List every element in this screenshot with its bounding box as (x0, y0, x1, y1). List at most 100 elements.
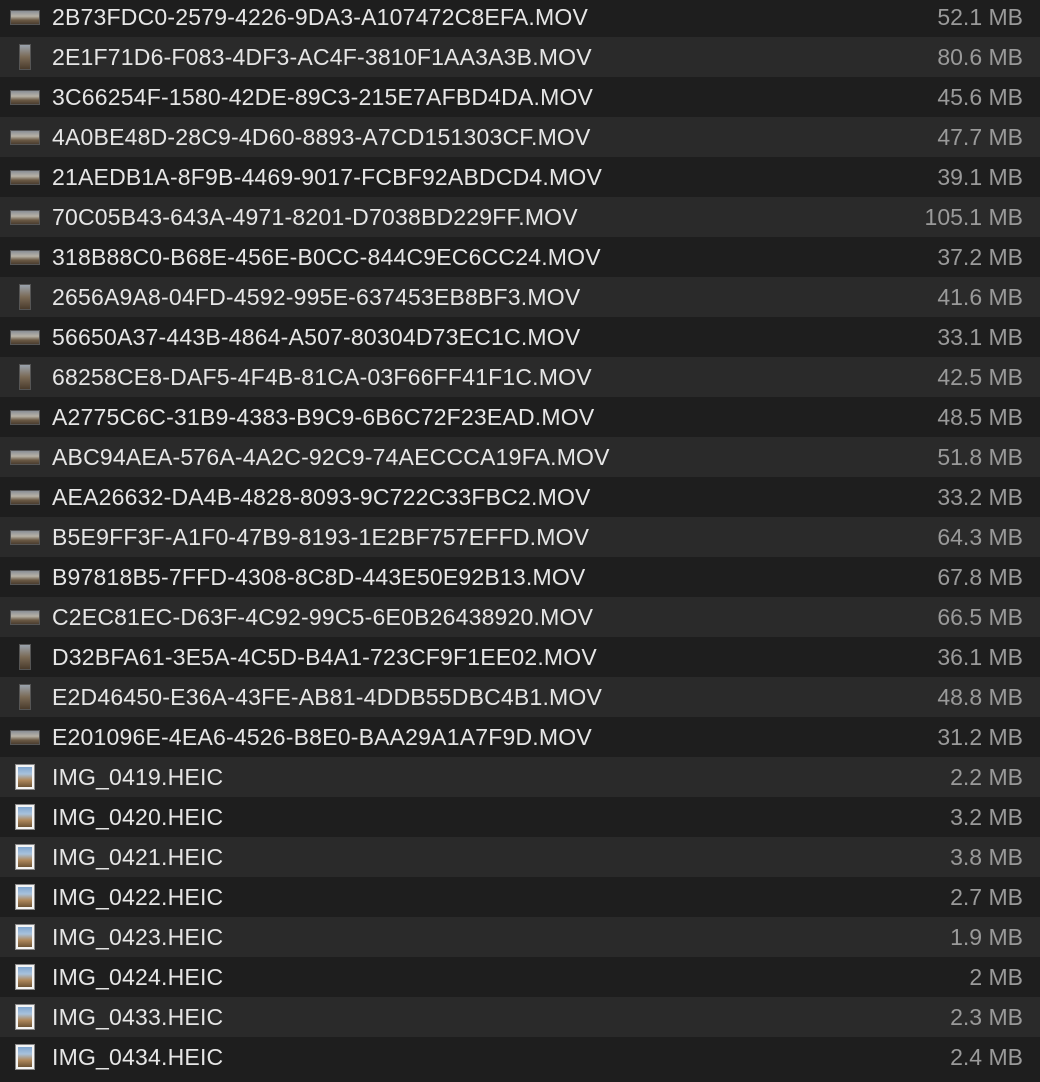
file-row[interactable]: B5E9FF3F-A1F0-47B9-8193-1E2BF757EFFD.MOV… (0, 517, 1040, 557)
file-size: 52.1 MB (937, 4, 1023, 30)
thumbnail-photo (18, 847, 32, 867)
file-name: 56650A37-443B-4864-A507-80304D73EC1C.MOV (52, 324, 581, 350)
file-size: 48.5 MB (937, 404, 1023, 430)
file-row[interactable]: IMG_0421.HEIC 3.8 MB (0, 837, 1040, 877)
file-size: 33.2 MB (937, 484, 1023, 510)
file-name: IMG_0423.HEIC (52, 924, 224, 950)
file-row[interactable]: E2D46450-E36A-43FE-AB81-4DDB55DBC4B1.MOV… (0, 677, 1040, 717)
file-row[interactable]: 3C66254F-1580-42DE-89C3-215E7AFBD4DA.MOV… (0, 77, 1040, 117)
thumbnail-image (10, 209, 40, 225)
file-size: 3.2 MB (950, 804, 1023, 830)
file-row[interactable]: IMG_0422.HEIC 2.7 MB (0, 877, 1040, 917)
image-thumbnail-icon (8, 883, 42, 911)
file-row[interactable]: IMG_0433.HEIC 2.3 MB (0, 997, 1040, 1037)
video-thumbnail-icon (8, 643, 42, 671)
video-thumbnail-icon (8, 443, 42, 471)
file-name: 4A0BE48D-28C9-4D60-8893-A7CD151303CF.MOV (52, 124, 591, 150)
video-thumbnail-icon (8, 563, 42, 591)
file-row[interactable]: IMG_0419.HEIC 2.2 MB (0, 757, 1040, 797)
thumbnail-image (15, 924, 35, 950)
thumbnail-image (19, 284, 31, 310)
file-row[interactable]: IMG_0423.HEIC 1.9 MB (0, 917, 1040, 957)
file-name: ABC94AEA-576A-4A2C-92C9-74AECCCA19FA.MOV (52, 444, 610, 470)
file-size: 1.9 MB (950, 924, 1023, 950)
video-thumbnail-icon (8, 283, 42, 311)
file-row[interactable]: AEA26632-DA4B-4828-8093-9C722C33FBC2.MOV… (0, 477, 1040, 517)
file-name: E201096E-4EA6-4526-B8E0-BAA29A1A7F9D.MOV (52, 724, 592, 750)
file-name: 2656A9A8-04FD-4592-995E-637453EB8BF3.MOV (52, 284, 581, 310)
thumbnail-image (19, 644, 31, 670)
thumbnail-image (10, 529, 40, 545)
file-name: 68258CE8-DAF5-4F4B-81CA-03F66FF41F1C.MOV (52, 364, 592, 390)
video-thumbnail-icon (8, 483, 42, 511)
thumbnail-image (10, 489, 40, 505)
thumbnail-photo (18, 887, 32, 907)
file-size: 37.2 MB (937, 244, 1023, 270)
thumbnail-photo (18, 927, 32, 947)
image-thumbnail-icon (8, 963, 42, 991)
file-row[interactable]: 318B88C0-B68E-456E-B0CC-844C9EC6CC24.MOV… (0, 237, 1040, 277)
thumbnail-image (10, 729, 40, 745)
file-size: 36.1 MB (937, 644, 1023, 670)
thumbnail-image (10, 249, 40, 265)
file-name: B5E9FF3F-A1F0-47B9-8193-1E2BF757EFFD.MOV (52, 524, 590, 550)
thumbnail-photo (18, 1007, 32, 1027)
file-row[interactable]: 21AEDB1A-8F9B-4469-9017-FCBF92ABDCD4.MOV… (0, 157, 1040, 197)
thumbnail-image (10, 169, 40, 185)
file-row[interactable]: B97818B5-7FFD-4308-8C8D-443E50E92B13.MOV… (0, 557, 1040, 597)
thumbnail-photo (18, 1047, 32, 1067)
thumbnail-image (15, 804, 35, 830)
file-row[interactable]: IMG_0424.HEIC 2 MB (0, 957, 1040, 997)
thumbnail-image (15, 1044, 35, 1070)
thumbnail-image (10, 9, 40, 25)
file-row[interactable]: C2EC81EC-D63F-4C92-99C5-6E0B26438920.MOV… (0, 597, 1040, 637)
thumbnail-image (10, 609, 40, 625)
file-row[interactable]: 56650A37-443B-4864-A507-80304D73EC1C.MOV… (0, 317, 1040, 357)
file-size: 80.6 MB (937, 44, 1023, 70)
video-thumbnail-icon (8, 723, 42, 751)
thumbnail-image (15, 1004, 35, 1030)
video-thumbnail-icon (8, 683, 42, 711)
file-row[interactable]: E201096E-4EA6-4526-B8E0-BAA29A1A7F9D.MOV… (0, 717, 1040, 757)
video-thumbnail-icon (8, 323, 42, 351)
file-name: IMG_0420.HEIC (52, 804, 224, 830)
file-name: 21AEDB1A-8F9B-4469-9017-FCBF92ABDCD4.MOV (52, 164, 603, 190)
file-size: 2 MB (969, 964, 1023, 990)
video-thumbnail-icon (8, 43, 42, 71)
image-thumbnail-icon (8, 843, 42, 871)
file-name: 2B73FDC0-2579-4226-9DA3-A107472C8EFA.MOV (52, 4, 589, 30)
thumbnail-image (10, 329, 40, 345)
file-row[interactable]: 2E1F71D6-F083-4DF3-AC4F-3810F1AA3A3B.MOV… (0, 37, 1040, 77)
thumbnail-image (19, 44, 31, 70)
file-name: IMG_0434.HEIC (52, 1044, 224, 1070)
file-row[interactable]: 2656A9A8-04FD-4592-995E-637453EB8BF3.MOV… (0, 277, 1040, 317)
file-row[interactable]: IMG_0420.HEIC 3.2 MB (0, 797, 1040, 837)
thumbnail-image (10, 129, 40, 145)
file-row[interactable]: IMG_0434.HEIC 2.4 MB (0, 1037, 1040, 1077)
video-thumbnail-icon (8, 123, 42, 151)
file-size: 39.1 MB (937, 164, 1023, 190)
file-name: D32BFA61-3E5A-4C5D-B4A1-723CF9F1EE02.MOV (52, 644, 597, 670)
file-name: A2775C6C-31B9-4383-B9C9-6B6C72F23EAD.MOV (52, 404, 595, 430)
video-thumbnail-icon (8, 163, 42, 191)
thumbnail-image (10, 89, 40, 105)
thumbnail-photo (18, 967, 32, 987)
file-row[interactable]: 2B73FDC0-2579-4226-9DA3-A107472C8EFA.MOV… (0, 0, 1040, 37)
video-thumbnail-icon (8, 3, 42, 31)
file-row[interactable]: ABC94AEA-576A-4A2C-92C9-74AECCCA19FA.MOV… (0, 437, 1040, 477)
file-size: 105.1 MB (924, 204, 1023, 230)
file-row[interactable]: A2775C6C-31B9-4383-B9C9-6B6C72F23EAD.MOV… (0, 397, 1040, 437)
file-row[interactable]: 70C05B43-643A-4971-8201-D7038BD229FF.MOV… (0, 197, 1040, 237)
file-row[interactable]: D32BFA61-3E5A-4C5D-B4A1-723CF9F1EE02.MOV… (0, 637, 1040, 677)
file-size: 33.1 MB (937, 324, 1023, 350)
file-row[interactable]: 4A0BE48D-28C9-4D60-8893-A7CD151303CF.MOV… (0, 117, 1040, 157)
file-name: IMG_0433.HEIC (52, 1004, 224, 1030)
file-row[interactable]: 68258CE8-DAF5-4F4B-81CA-03F66FF41F1C.MOV… (0, 357, 1040, 397)
file-name: IMG_0421.HEIC (52, 844, 224, 870)
thumbnail-image (10, 409, 40, 425)
image-thumbnail-icon (8, 1043, 42, 1071)
thumbnail-image (15, 964, 35, 990)
file-size: 3.8 MB (950, 844, 1023, 870)
video-thumbnail-icon (8, 403, 42, 431)
image-thumbnail-icon (8, 803, 42, 831)
